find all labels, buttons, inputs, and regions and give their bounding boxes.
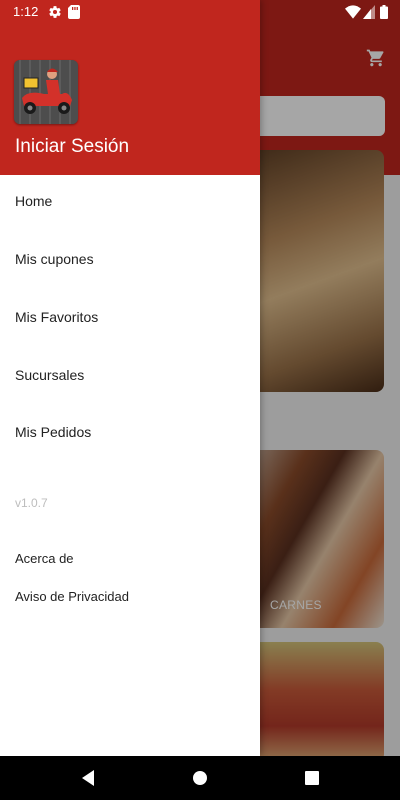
navigation-drawer: Iniciar Sesión Home Mis cupones Mis Favo… [0,0,260,756]
menu-item-mis-cupones[interactable]: Mis cupones [15,251,94,267]
sd-card-icon [68,5,80,19]
signal-icon [363,5,375,19]
app-logo [14,60,78,124]
app-version: v1.0.7 [15,496,48,510]
back-icon[interactable] [76,766,100,790]
settings-icon [49,6,61,18]
menu-item-mis-pedidos[interactable]: Mis Pedidos [15,424,91,440]
system-nav-bar [0,756,400,800]
menu-item-mis-favoritos[interactable]: Mis Favoritos [15,309,98,325]
home-icon[interactable] [188,766,212,790]
about-link[interactable]: Acerca de [15,551,74,566]
login-link[interactable]: Iniciar Sesión [15,136,129,158]
recents-icon[interactable] [300,766,324,790]
menu-item-sucursales[interactable]: Sucursales [15,367,84,383]
battery-icon [380,5,388,19]
delivery-scooter-icon [14,60,78,124]
status-bar: 1:12 [0,0,400,24]
menu-item-home[interactable]: Home [15,193,52,209]
status-time: 1:12 [13,4,39,19]
wifi-icon [345,5,361,19]
drawer-header: Iniciar Sesión [0,0,260,175]
privacy-notice-link[interactable]: Aviso de Privacidad [15,589,129,604]
